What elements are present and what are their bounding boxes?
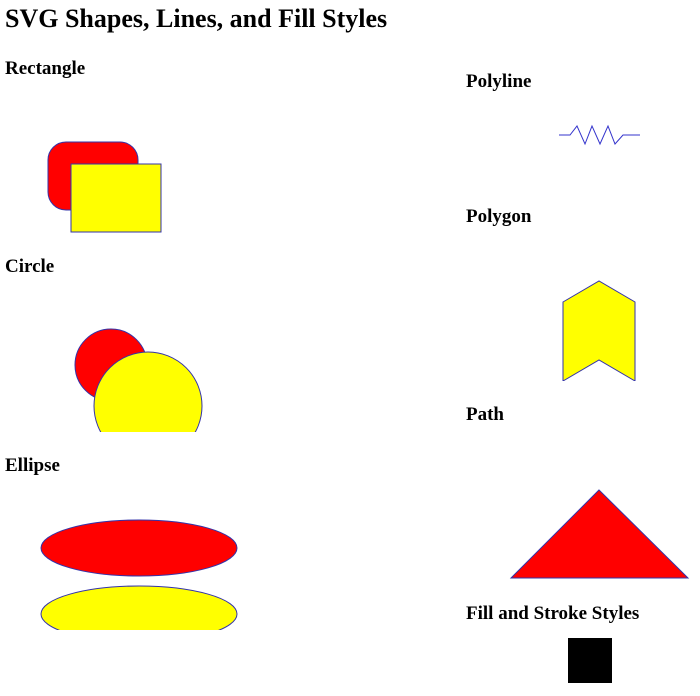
polygon-heading: Polygon [466,206,532,227]
rectangle-canvas [47,141,162,233]
path-heading: Path [466,404,504,425]
square-rectangle-shape [70,163,162,233]
circle-canvas [74,328,203,432]
rectangle-heading: Rectangle [5,58,86,79]
chevron-polygon-shape [562,280,636,381]
yellow-ellipse-shape [40,585,238,630]
polyline-canvas [559,124,640,146]
page-title: SVG Shapes, Lines, and Fill Styles [5,4,388,33]
polygon-canvas [562,280,636,381]
red-ellipse-shape [40,519,238,577]
fill-stroke-heading: Fill and Stroke Styles [466,603,640,624]
ellipse-heading: Ellipse [5,455,60,476]
fill-stroke-canvas [568,638,612,683]
ellipse-canvas [40,519,238,630]
zigzag-polyline-shape [559,124,640,146]
polyline-heading: Polyline [466,71,532,92]
black-square-shape [568,638,612,683]
circle-heading: Circle [5,256,55,277]
triangle-path-shape [509,489,690,579]
path-canvas [509,489,690,579]
